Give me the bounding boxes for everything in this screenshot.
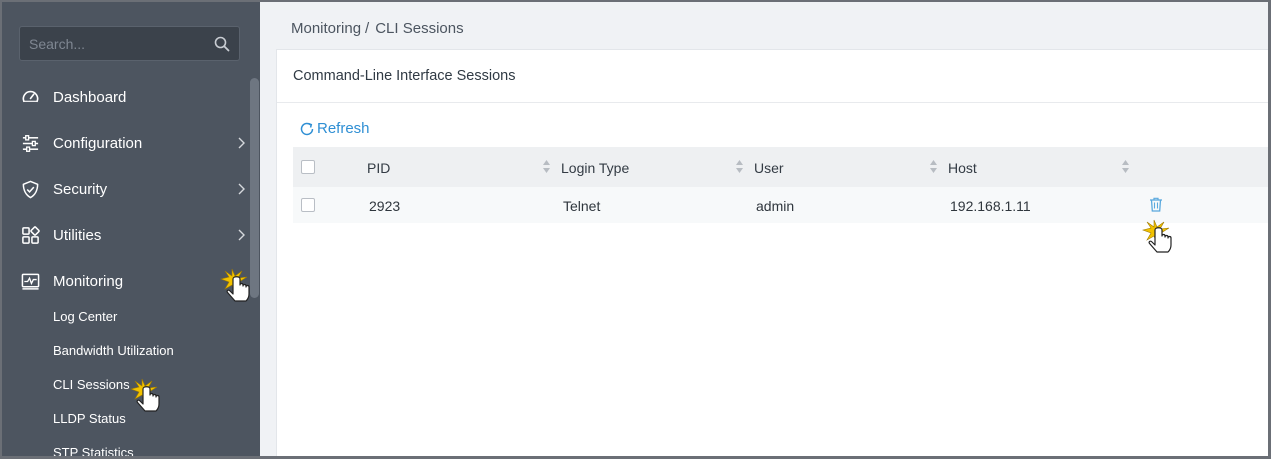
cell-pid: 2923 [369,198,401,214]
breadcrumb-parent[interactable]: Monitoring [291,20,361,37]
gauge-icon [22,90,39,102]
cell-user: admin [756,198,795,214]
sidebar-item-configuration[interactable]: Configuration [2,120,248,166]
panel-title: Command-Line Interface Sessions [293,68,516,84]
column-header-user[interactable]: User [754,160,784,176]
refresh-icon [300,122,314,135]
sidebar-item-utilities[interactable]: Utilities [2,212,248,258]
row-checkbox[interactable] [301,198,315,212]
sort-icon[interactable] [736,160,743,173]
sort-icon[interactable] [1122,160,1129,173]
sidebar-item-label: Monitoring [53,272,124,290]
sidebar-item-label: Utilities [53,226,102,244]
column-header-pid[interactable]: PID [367,160,390,176]
sidebar-subitem-stp-statistics[interactable]: STP Statistics [53,443,134,456]
divider [277,102,1268,103]
sessions-panel: Command-Line Interface Sessions Refresh … [276,49,1268,456]
sidebar-item-label: Dashboard [53,88,127,106]
column-header-host[interactable]: Host [948,160,977,176]
search-box[interactable] [19,26,240,61]
select-all-checkbox[interactable] [301,160,315,174]
search-input[interactable] [20,27,239,60]
sort-icon[interactable] [930,160,937,173]
app-window: Dashboard Configuration Security [0,0,1271,459]
breadcrumb: Monitoring / CLI Sessions [291,20,464,37]
search-icon[interactable] [214,36,230,52]
sidebar-subitem-bandwidth-utilization[interactable]: Bandwidth Utilization [53,341,174,361]
breadcrumb-current: CLI Sessions [375,20,464,37]
sidebar-item-monitoring[interactable]: Monitoring [2,258,248,304]
sort-icon[interactable] [543,160,550,173]
sidebar-subitem-cli-sessions[interactable]: CLI Sessions [53,375,130,395]
sliders-icon [22,134,39,152]
refresh-button[interactable]: Refresh [299,120,370,137]
sidebar-item-label: Security [53,180,108,198]
column-header-login-type[interactable]: Login Type [561,160,629,176]
cell-login-type: Telnet [563,198,601,214]
sidebar-subitem-lldp-status[interactable]: LLDP Status [53,409,126,429]
hand-cursor-icon [130,378,160,412]
chevron-right-icon [238,229,245,241]
sidebar-item-label: Configuration [53,134,143,152]
table-row[interactable]: 2923 Telnet admin 192.168.1.11 [293,187,1268,223]
grid-icon [22,225,40,244]
refresh-label: Refresh [317,120,370,137]
chevron-right-icon [238,183,245,195]
shield-icon [22,180,39,198]
trash-icon[interactable] [1149,197,1163,212]
chevron-right-icon [238,137,245,149]
sidebar-scrollbar[interactable] [250,78,259,298]
hand-cursor-icon [220,268,250,302]
monitor-chart-icon [21,273,40,290]
sidebar-item-security[interactable]: Security [2,166,248,212]
cell-host: 192.168.1.11 [950,198,1031,214]
table-header: PID Login Type User Host [293,147,1268,187]
sidebar-subitem-log-center[interactable]: Log Center [53,307,117,327]
sidebar-item-dashboard[interactable]: Dashboard [2,74,248,120]
hand-cursor-icon [1142,219,1172,253]
breadcrumb-separator: / [365,20,370,37]
